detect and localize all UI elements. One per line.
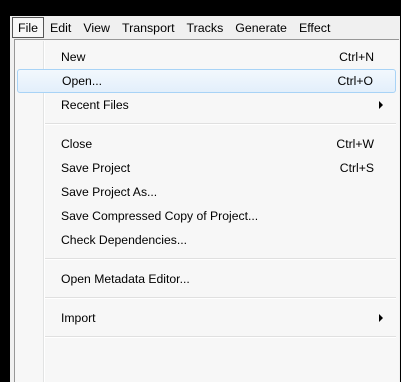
menu-item-open-metadata-editor[interactable]: Open Metadata Editor...: [17, 267, 396, 291]
menu-item-recent-files[interactable]: Recent Files: [17, 93, 396, 117]
menu-item-label: Open...: [62, 74, 102, 88]
menu-item-shortcut: Ctrl+W: [336, 137, 374, 151]
menu-item-label: New: [61, 50, 86, 64]
menu-transport[interactable]: Transport: [116, 17, 181, 38]
menu-item-label: Recent Files: [61, 98, 129, 112]
menu-separator: [45, 258, 396, 260]
menu-bar: File Edit View Transport Tracks Generate…: [10, 16, 400, 39]
menu-item-new[interactable]: New Ctrl+N: [17, 45, 396, 69]
menu-edit[interactable]: Edit: [44, 17, 77, 38]
menu-item-import[interactable]: Import: [17, 306, 396, 330]
menu-item-label: Save Project: [61, 161, 131, 175]
menu-item-label: Open Metadata Editor...: [61, 272, 190, 286]
menu-item-label: Close: [61, 137, 93, 151]
menu-file[interactable]: File: [12, 17, 44, 38]
menu-effect[interactable]: Effect: [293, 17, 336, 38]
menu-item-shortcut: Ctrl+O: [337, 74, 373, 88]
app-window: File Edit View Transport Tracks Generate…: [10, 16, 400, 382]
menu-item-label: Save Compressed Copy of Project...: [61, 209, 259, 223]
menu-item-save-project[interactable]: Save Project Ctrl+S: [17, 156, 396, 180]
menu-item-check-dependencies[interactable]: Check Dependencies...: [17, 228, 396, 252]
submenu-arrow-icon: [379, 314, 383, 322]
menu-generate[interactable]: Generate: [229, 17, 293, 38]
menu-item-shortcut: Ctrl+N: [339, 50, 374, 64]
menu-tracks[interactable]: Tracks: [181, 17, 230, 38]
menu-separator: [45, 297, 396, 299]
menu-item-label: Import: [61, 311, 96, 325]
menu-item-open[interactable]: Open... Ctrl+O: [17, 69, 396, 93]
menu-item-label: Check Dependencies...: [61, 233, 188, 247]
submenu-arrow-icon: [379, 101, 383, 109]
file-menu-dropdown: New Ctrl+N Open... Ctrl+O Recent Files C…: [14, 39, 399, 382]
menu-separator: [45, 336, 396, 338]
menu-view[interactable]: View: [77, 17, 116, 38]
menu-item-save-project-as[interactable]: Save Project As...: [17, 180, 396, 204]
menu-item-label: Save Project As...: [61, 185, 158, 199]
menu-separator: [45, 123, 396, 125]
menu-item-save-compressed-copy[interactable]: Save Compressed Copy of Project...: [17, 204, 396, 228]
menu-item-shortcut: Ctrl+S: [339, 161, 374, 175]
menu-item-close[interactable]: Close Ctrl+W: [17, 132, 396, 156]
